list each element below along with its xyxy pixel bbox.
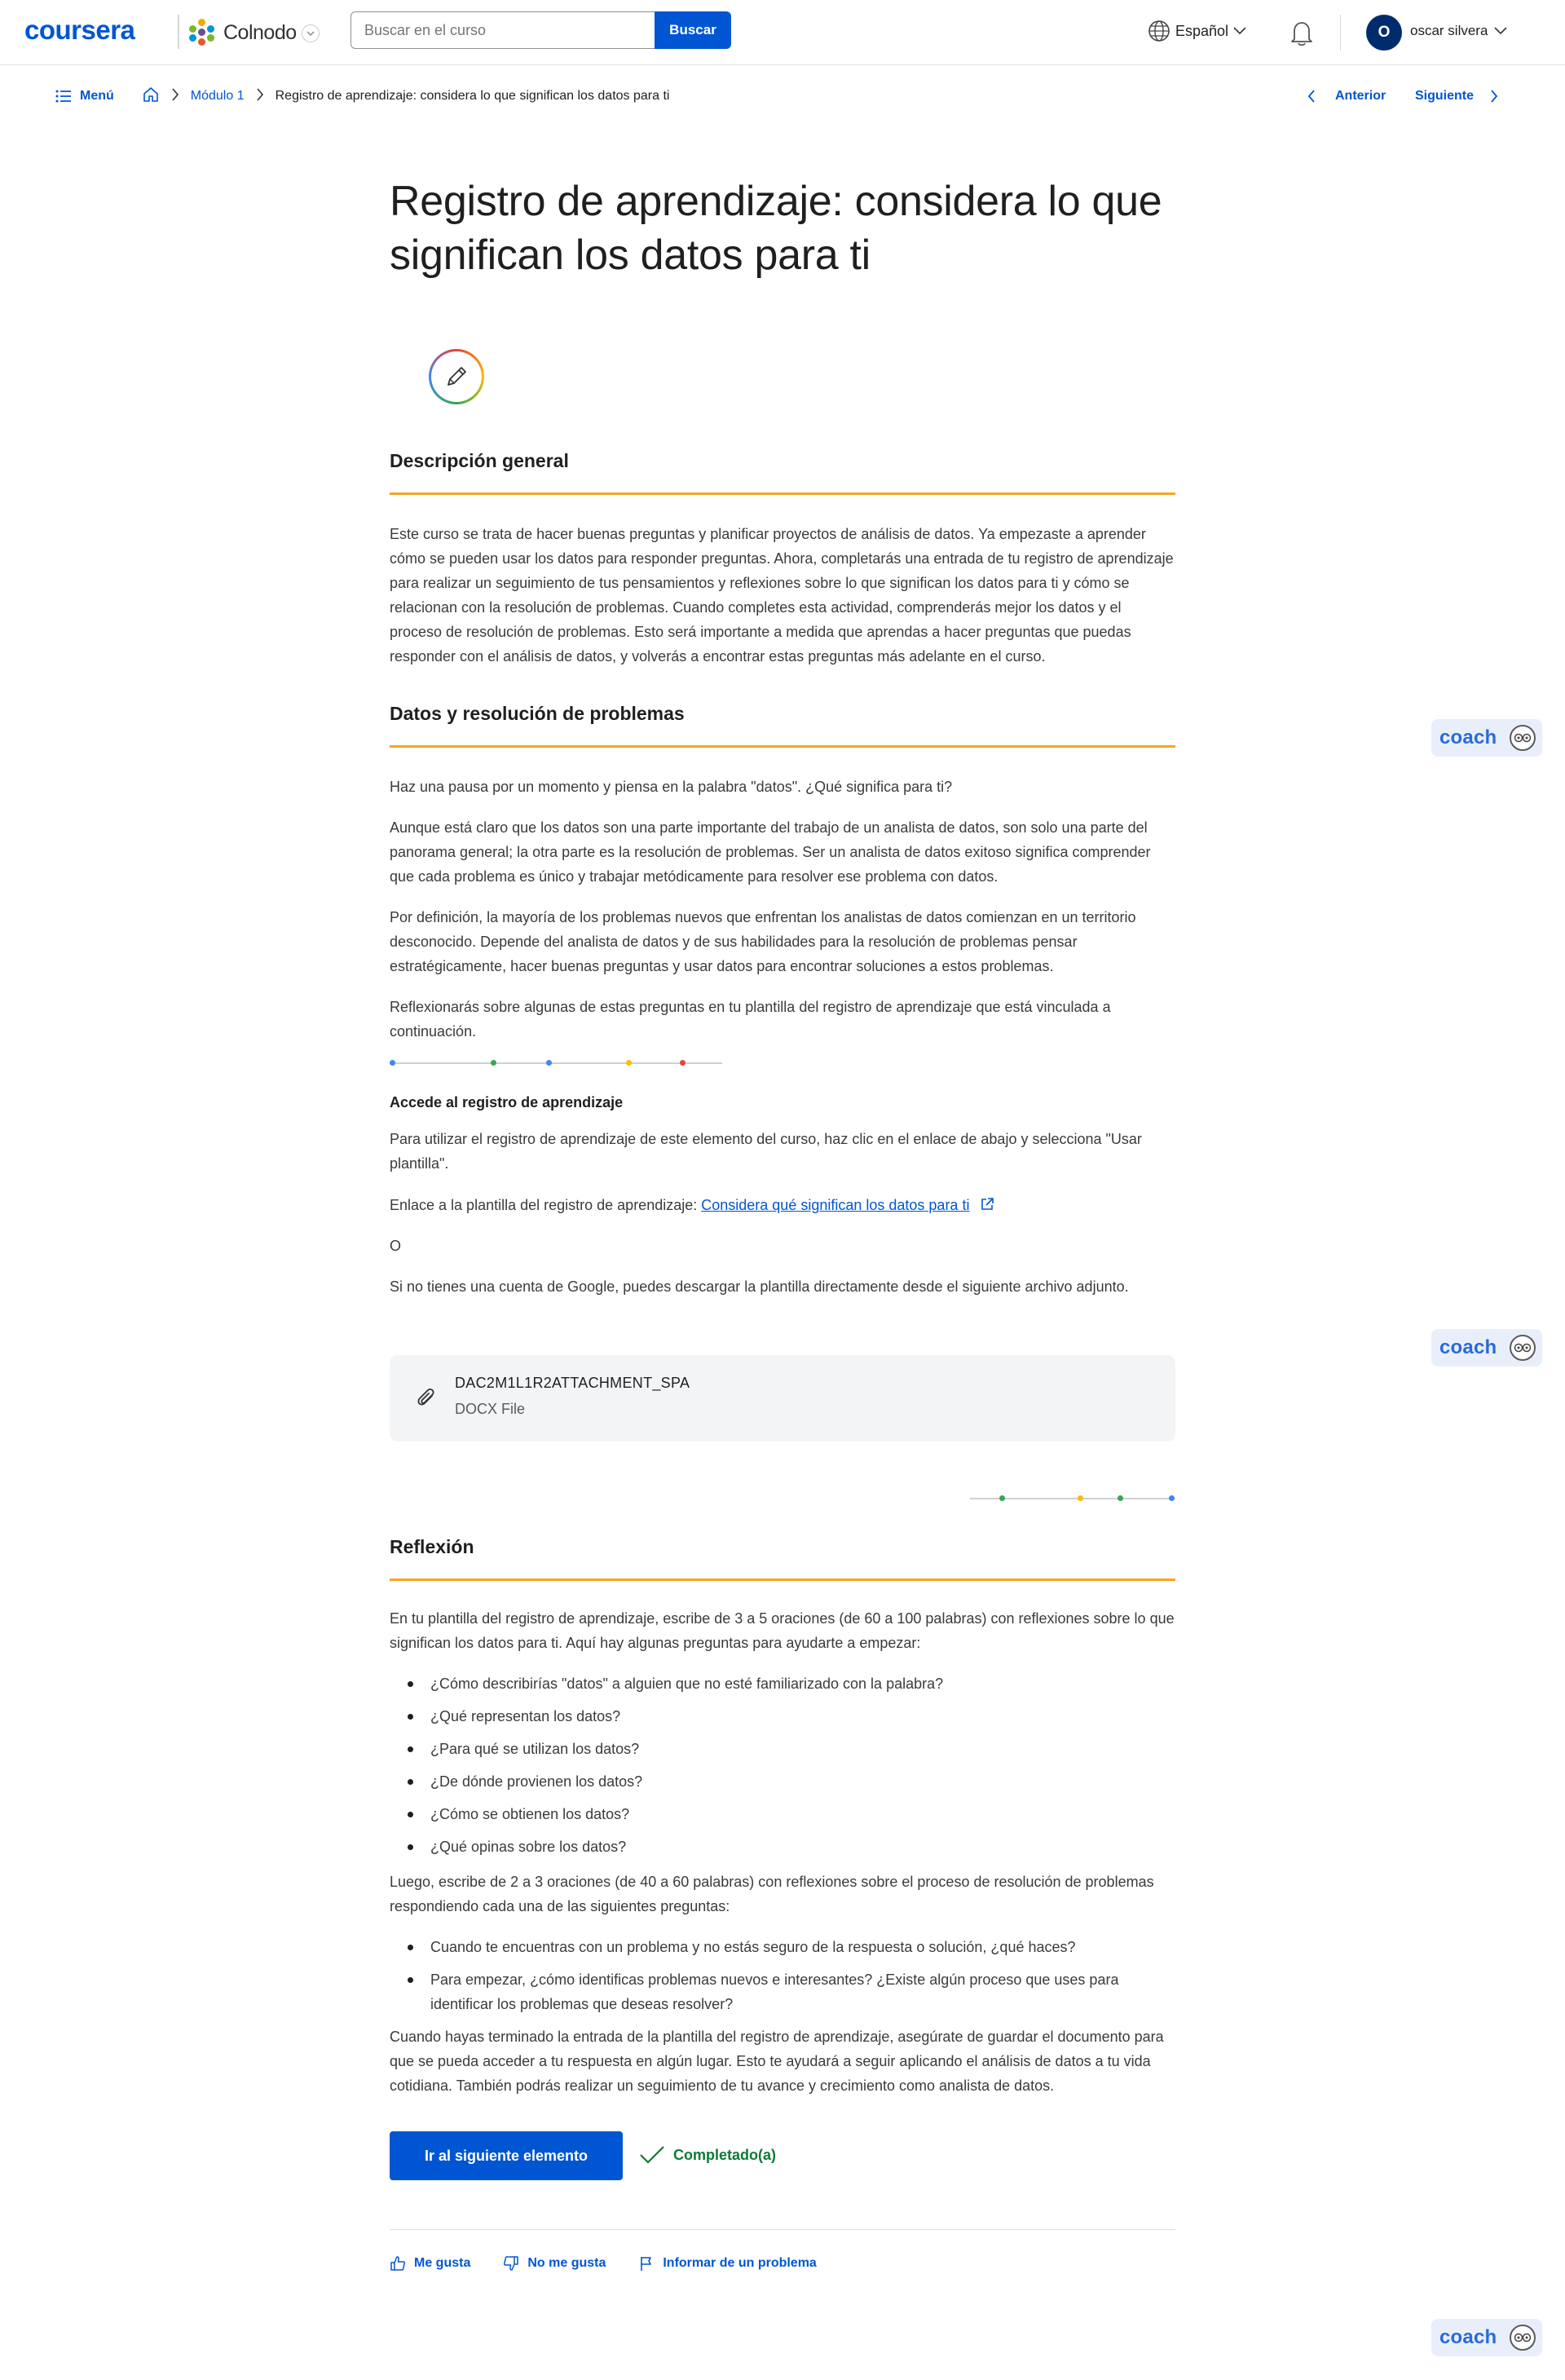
footer-divider (390, 2229, 1175, 2230)
globe-icon (1148, 20, 1170, 42)
chevron-right-icon (256, 87, 264, 105)
like-label: Me gusta (414, 2256, 471, 2270)
top-navigation-bar: coursera Colnodo Buscar Español O oscar … (0, 0, 1565, 65)
list-item: ¿Qué opinas sobre los datos? (390, 1835, 1175, 1859)
partner-logo[interactable]: Colnodo (187, 16, 297, 49)
paragraph: En tu plantilla del registro de aprendiz… (390, 1610, 1175, 1651)
chevron-right-icon (171, 87, 179, 105)
menu-toggle[interactable]: Menú (55, 89, 114, 104)
coach-eyes-icon (1510, 725, 1536, 751)
list-item: ¿Para qué se utilizan los datos? (390, 1737, 1175, 1761)
colnodo-mark-icon (187, 18, 217, 47)
list-item: Cuando te encuentras con un problema y n… (390, 1935, 1175, 1959)
partner-dropdown-chevron-icon[interactable] (302, 24, 320, 42)
previous-item-link[interactable]: Anterior (1307, 86, 1386, 106)
search-button[interactable]: Buscar (655, 11, 731, 49)
user-menu[interactable]: oscar silvera (1410, 23, 1507, 39)
list-item: ¿Cómo se obtienen los datos? (390, 1802, 1175, 1826)
logo-divider (178, 15, 179, 49)
paragraph: Si no tienes una cuenta de Google, puede… (390, 1278, 1129, 1295)
user-avatar[interactable]: O (1366, 15, 1402, 51)
header-divider (1340, 15, 1341, 51)
paragraph: Para utilizar el registro de aprendizaje… (390, 1131, 1142, 1172)
menu-label: Menú (80, 89, 114, 103)
paperclip-icon (414, 1386, 439, 1415)
like-button[interactable]: Me gusta (390, 2255, 470, 2272)
page-title: Registro de aprendizaje: considera lo qu… (390, 178, 1162, 279)
breadcrumb-current-item: Registro de aprendizaje: considera lo qu… (275, 89, 670, 103)
section-heading-overview: Descripción general (390, 450, 569, 471)
coach-button[interactable]: coach (1431, 2319, 1542, 2356)
coach-eyes-icon (1510, 2325, 1536, 2351)
checkmark-icon (640, 2146, 664, 2164)
language-label: Español (1175, 22, 1229, 39)
section-heading-data-problem-solving: Datos y resolución de problemas (390, 703, 685, 724)
breadcrumb-module-link[interactable]: Módulo 1 (191, 89, 245, 104)
link-prefix: Enlace a la plantilla del registro de ap… (390, 1197, 702, 1213)
completed-label: Completado(a) (673, 2146, 776, 2163)
dislike-label: No me gusta (527, 2256, 606, 2270)
coach-button[interactable]: coach (1431, 719, 1542, 757)
thumbs-up-icon (390, 2256, 406, 2271)
username-label: oscar silvera (1410, 23, 1488, 38)
paragraph: Aunque está claro que los datos son una … (390, 819, 1151, 885)
coach-label: coach (1439, 726, 1497, 748)
or-text: O (390, 1238, 402, 1254)
coach-label: coach (1439, 1336, 1497, 1358)
partner-name: Colnodo (223, 20, 297, 44)
list-item: ¿Qué representan los datos? (390, 1704, 1175, 1729)
paragraph: Reflexionarás sobre algunas de estas pre… (390, 999, 1111, 1040)
dotted-divider (970, 1494, 1175, 1504)
coach-label: coach (1439, 2326, 1497, 2348)
template-link[interactable]: Considera qué significan los datos para … (701, 1197, 969, 1213)
paragraph: Haz una pausa por un momento y piensa en… (390, 779, 953, 795)
coach-eyes-icon (1510, 1335, 1536, 1361)
report-label: Informar de un problema (663, 2256, 817, 2270)
list-item: ¿Cómo describirías "datos" a alguien que… (390, 1671, 1175, 1696)
completed-status: Completado(a) (639, 2144, 776, 2166)
thumbs-down-icon (504, 2256, 519, 2271)
paragraph: Por definición, la mayoría de los proble… (390, 909, 1136, 974)
coursera-logo[interactable]: coursera (24, 15, 135, 46)
next-item-link[interactable]: Siguiente (1415, 86, 1498, 106)
notifications-bell-icon[interactable] (1288, 18, 1316, 51)
section-divider (390, 1579, 1175, 1581)
attachment-filetype: DOCX File (455, 1401, 526, 1417)
course-search-input[interactable] (350, 11, 655, 49)
template-link-line: Enlace a la plantilla del registro de ap… (390, 1193, 1175, 1217)
next-label: Siguiente (1415, 89, 1475, 103)
previous-label: Anterior (1335, 89, 1386, 103)
reflection-questions-list: ¿Cómo describirías "datos" a alguien que… (390, 1671, 1175, 1859)
problem-solving-questions-list: Cuando te encuentras con un problema y n… (390, 1935, 1175, 2016)
language-selector[interactable]: Español (1148, 20, 1246, 42)
dotted-divider (390, 1058, 722, 1068)
chevron-down-icon (1494, 27, 1507, 35)
pencil-icon (429, 349, 484, 404)
flag-icon (641, 2257, 652, 2271)
coach-button[interactable]: coach (1431, 1329, 1542, 1367)
external-link-icon[interactable] (980, 1197, 994, 1212)
chevron-left-icon (1307, 90, 1315, 103)
section-divider (390, 492, 1175, 495)
chevron-right-icon (1491, 90, 1498, 103)
list-item: ¿De dónde provienen los datos? (390, 1769, 1175, 1794)
section-heading-reflection: Reflexión (390, 1536, 474, 1557)
list-menu-icon (55, 90, 71, 103)
feedback-bar: Me gusta No me gusta Informar de un prob… (390, 2255, 817, 2272)
go-to-next-item-button[interactable]: Ir al siguiente elemento (390, 2131, 623, 2180)
paragraph: Luego, escribe de 2 a 3 oraciones (de 40… (390, 1874, 1154, 1914)
dislike-button[interactable]: No me gusta (503, 2255, 606, 2272)
chevron-down-icon (1233, 27, 1246, 35)
attachment-filename: DAC2M1L1R2ATTACHMENT_SPA (455, 1375, 690, 1391)
access-heading: Accede al registro de aprendizaje (390, 1094, 624, 1111)
attachment-card[interactable]: DAC2M1L1R2ATTACHMENT_SPA DOCX File (390, 1355, 1175, 1442)
report-problem-button[interactable]: Informar de un problema (638, 2255, 817, 2272)
list-item: Para empezar, ¿cómo identificas problema… (390, 1967, 1175, 2016)
breadcrumb: Menú Módulo 1 Registro de aprendizaje: c… (55, 86, 669, 106)
paragraph: Cuando hayas terminado la entrada de la … (390, 2029, 1164, 2094)
overview-paragraph: Este curso se trata de hacer buenas preg… (390, 526, 1174, 665)
section-divider (390, 745, 1175, 748)
home-icon[interactable] (142, 86, 160, 108)
